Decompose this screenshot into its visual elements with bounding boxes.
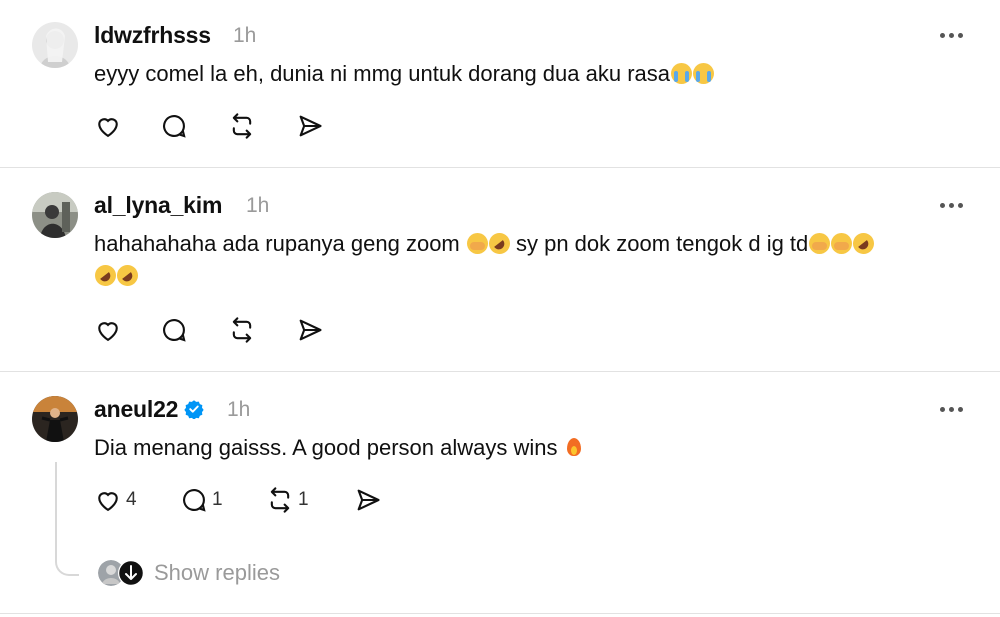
share-button[interactable] bbox=[296, 316, 324, 344]
reply-button[interactable]: 1 bbox=[180, 486, 223, 514]
post-text-content: Dia menang gaisss. A good person always … bbox=[94, 435, 564, 460]
more-icon[interactable] bbox=[940, 203, 963, 208]
repost-button[interactable]: 1 bbox=[266, 486, 309, 514]
repost-count: 1 bbox=[298, 489, 309, 510]
repost-icon bbox=[270, 487, 290, 513]
fire-emoji bbox=[565, 436, 583, 458]
timestamp: 1h bbox=[227, 398, 251, 421]
like-count: 4 bbox=[126, 489, 137, 510]
reply-count: 1 bbox=[212, 489, 223, 510]
post-text: eyyy comel la eh, dunia ni mmg untuk dor… bbox=[94, 58, 714, 90]
repost-icon bbox=[232, 317, 252, 343]
share-icon bbox=[357, 489, 380, 511]
divider bbox=[0, 613, 1000, 614]
post-2: al_lyna_kim 1h hahahahaha ada rupanya ge… bbox=[0, 168, 1000, 372]
share-button[interactable] bbox=[354, 486, 382, 514]
repost-icon bbox=[232, 113, 252, 139]
repost-button[interactable] bbox=[228, 316, 256, 344]
repost-button[interactable] bbox=[228, 112, 256, 140]
username[interactable]: ldwzfrhsss bbox=[94, 22, 211, 49]
avatar[interactable] bbox=[32, 22, 78, 68]
avatar[interactable] bbox=[32, 192, 78, 238]
comment-icon bbox=[183, 489, 206, 512]
verified-badge-icon bbox=[184, 400, 204, 419]
more-icon[interactable] bbox=[940, 33, 963, 38]
share-button[interactable] bbox=[296, 112, 324, 140]
peeking-emoji bbox=[466, 233, 488, 254]
like-button[interactable] bbox=[94, 112, 122, 140]
share-icon bbox=[299, 319, 322, 341]
timestamp: 1h bbox=[233, 24, 257, 47]
laughing-emoji bbox=[850, 230, 878, 257]
crying-emoji bbox=[693, 63, 714, 84]
share-icon bbox=[299, 115, 322, 137]
reply-button[interactable] bbox=[160, 316, 188, 344]
peeking-emoji bbox=[809, 233, 831, 254]
post-text-content: eyyy comel la eh, dunia ni mmg untuk dor… bbox=[94, 61, 670, 86]
like-button[interactable]: 4 bbox=[94, 486, 137, 514]
username-text: aneul22 bbox=[94, 396, 179, 422]
post-text: Dia menang gaisss. A good person always … bbox=[94, 432, 583, 464]
thread-line bbox=[55, 462, 79, 576]
heart-icon bbox=[98, 118, 118, 138]
username[interactable]: al_lyna_kim bbox=[94, 192, 222, 219]
like-button[interactable] bbox=[94, 316, 122, 344]
post-text: hahahahaha ada rupanya geng zoom sy pn d… bbox=[94, 228, 878, 260]
show-replies-button[interactable]: Show replies bbox=[98, 560, 280, 586]
laughing-emoji bbox=[92, 262, 119, 289]
arrow-down-icon bbox=[118, 560, 144, 586]
comment-icon bbox=[163, 319, 186, 342]
laughing-emoji bbox=[485, 230, 513, 257]
crying-emoji bbox=[671, 63, 692, 84]
username[interactable]: aneul22 bbox=[94, 396, 204, 423]
show-replies-label: Show replies bbox=[154, 560, 280, 585]
more-icon[interactable] bbox=[940, 407, 963, 412]
heart-icon bbox=[98, 492, 118, 512]
post-text-line2 bbox=[92, 260, 141, 292]
reply-button[interactable] bbox=[160, 112, 188, 140]
post-text-part: sy pn dok zoom tengok d ig td bbox=[509, 231, 809, 256]
peeking-emoji bbox=[831, 233, 853, 254]
heart-icon bbox=[98, 322, 118, 342]
timestamp: 1h bbox=[246, 194, 270, 217]
laughing-emoji bbox=[114, 262, 141, 289]
avatar[interactable] bbox=[32, 396, 78, 442]
post-1: ldwzfrhsss 1h eyyy comel la eh, dunia ni… bbox=[0, 0, 1000, 168]
comment-icon bbox=[163, 115, 186, 138]
post-text-part: hahahahaha ada rupanya geng zoom bbox=[94, 231, 466, 256]
